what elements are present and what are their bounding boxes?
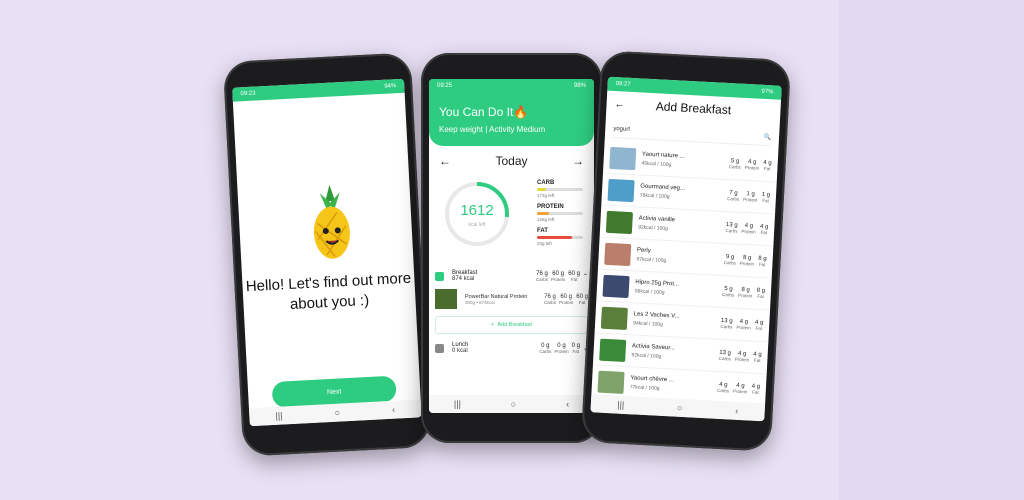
macro-left: 23g left (537, 241, 552, 246)
meal-fat: 60 (568, 270, 575, 277)
macro-item: FAT 23g left (537, 228, 583, 246)
meal-row-breakfast[interactable]: Breakfast 874 kcal 76 g Carbs 60 g Protein… (429, 266, 594, 286)
macro-bar (537, 236, 583, 239)
food-thumbnail (600, 306, 628, 330)
status-time: 09:27 (615, 81, 631, 88)
screen-dashboard: 09:25 98% You Can Do It🔥 Keep weight | A… (429, 79, 594, 413)
food-kcal: 97kcal / 100g (636, 256, 667, 264)
phone-onboarding: 09:23 94% Hello! Let's find out more abo… (222, 52, 432, 457)
status-time: 09:25 (437, 83, 453, 89)
collapse-chevron-icon[interactable]: ⌃ (583, 273, 588, 280)
food-thumbnail (599, 338, 627, 362)
home-icon[interactable]: ○ (511, 399, 516, 409)
macro-bar (537, 212, 583, 215)
food-thumbnail (607, 178, 635, 202)
header-title: You Can Do It🔥 (439, 105, 529, 119)
meal-kcal: 0 kcal (452, 348, 468, 354)
food-entry[interactable]: PowerBar Natural Protein 300g • 874kcal … (429, 286, 594, 312)
macro-left: 126g left (537, 217, 555, 222)
meal-carbs: 76 (536, 270, 543, 277)
food-thumbnail (605, 210, 633, 234)
back-icon[interactable]: ‹ (566, 399, 569, 409)
food-thumbnail (604, 242, 632, 266)
next-day-arrow-icon[interactable]: → (572, 154, 584, 168)
meal-row-lunch[interactable]: Lunch 0 kcal 0 g Carbs 0 g Protein 0 g Fat … (429, 338, 594, 358)
back-icon[interactable]: ‹ (392, 405, 396, 415)
kcal-left-value: 1612 (460, 202, 494, 219)
system-nav-bar: ||| ○ ‹ (429, 395, 594, 413)
kcal-left-label: kcal left (468, 222, 486, 228)
food-thumbnail (602, 274, 630, 298)
macro-name: CARB (537, 180, 555, 186)
macro-bar-fill (537, 212, 549, 215)
status-time: 09:23 (240, 90, 256, 98)
status-battery: 98% (573, 83, 586, 89)
food-kcal: 94kcal / 100g (632, 320, 664, 328)
food-kcal: 77kcal / 100g (629, 384, 660, 392)
macro-name: PROTEIN (537, 204, 564, 210)
header-subtitle: Keep weight | Activity Medium (439, 125, 546, 134)
back-arrow-icon[interactable]: ← (614, 99, 631, 111)
food-kcal: 58kcal / 100g (634, 288, 665, 296)
macro-bars: CARB 173g left PROTEIN 126g left FAT 23g l… (537, 180, 583, 252)
macro-bar (537, 188, 583, 191)
macro-item: PROTEIN 126g left (537, 204, 583, 222)
phone-add-food: 09:27 97% ← Add Breakfast yogurt 🔍 Yaour… (580, 50, 792, 452)
screen-add-food: 09:27 97% ← Add Breakfast yogurt 🔍 Yaour… (590, 76, 782, 422)
home-icon[interactable]: ○ (334, 408, 340, 418)
status-battery: 94% (384, 83, 397, 90)
pineapple-mascot-icon (313, 184, 350, 259)
food-kcal: 92kcal / 100g (631, 352, 662, 360)
day-navigator: ← Today → (429, 146, 594, 176)
search-icon[interactable]: 🔍 (763, 133, 771, 140)
recents-icon[interactable]: ||| (617, 400, 625, 410)
day-label: Today (495, 154, 528, 168)
food-kcal: 45kcal / 100g (641, 160, 672, 169)
breakfast-icon (435, 271, 444, 281)
screen-onboarding: 09:23 94% Hello! Let's find out more abo… (232, 78, 422, 427)
add-breakfast-button[interactable]: + Add Breakfast (435, 316, 588, 334)
food-kcal: 92kcal / 100g (638, 224, 669, 233)
meal-kcal: 874 kcal (452, 276, 475, 282)
phone-dashboard: 09:25 98% You Can Do It🔥 Keep weight | A… (421, 53, 602, 443)
plus-icon: + (491, 322, 495, 328)
macro-name: FAT (537, 228, 548, 234)
food-thumbnail (597, 370, 625, 394)
page-title: Add Breakfast (655, 99, 732, 118)
food-detail: 300g • 874kcal (465, 299, 495, 305)
prev-day-arrow-icon[interactable]: ← (439, 154, 451, 168)
food-thumbnail (609, 146, 637, 170)
back-icon[interactable]: ‹ (735, 406, 739, 416)
status-battery: 97% (761, 88, 774, 96)
macro-bar-fill (537, 188, 547, 191)
food-results-list: Yaourt nature ... 45kcal / 100g 5 g Carbs… (591, 141, 779, 407)
onboarding-heading: Hello! Let's find out more about you :) (245, 269, 412, 313)
dashboard-header: You Can Do It🔥 Keep weight | Activity Me… (429, 93, 594, 146)
macro-item: CARB 173g left (537, 180, 583, 198)
lunch-icon (435, 343, 444, 353)
search-input[interactable]: yogurt (613, 126, 764, 140)
meal-protein: 60 (552, 270, 559, 277)
background-panel (839, 0, 1024, 500)
calorie-summary: 1612 kcal left CARB 173g left PROTEIN 126… (429, 176, 594, 266)
recents-icon[interactable]: ||| (454, 399, 461, 409)
recents-icon[interactable]: ||| (275, 411, 283, 421)
macro-left: 173g left (537, 193, 555, 198)
home-icon[interactable]: ○ (677, 403, 683, 413)
status-bar: 09:23 94% (232, 78, 405, 102)
macro-bar-fill (537, 236, 572, 239)
food-kcal: 76kcal / 100g (639, 192, 670, 201)
status-bar: 09:25 98% (429, 79, 594, 93)
food-thumbnail (435, 289, 457, 309)
